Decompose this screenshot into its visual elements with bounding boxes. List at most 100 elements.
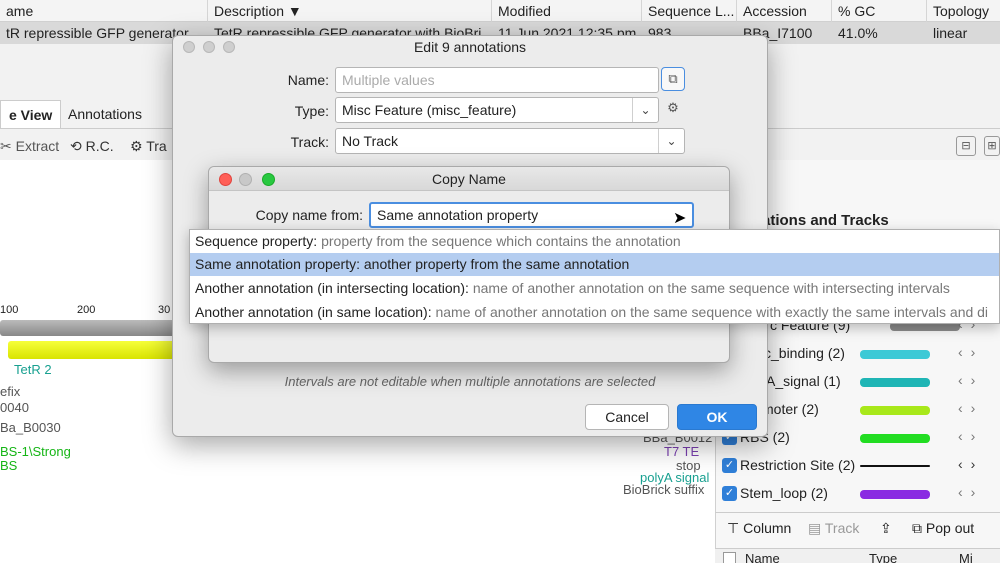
- column-header-accession[interactable]: Accession: [737, 0, 832, 22]
- track-label: c_binding (2): [764, 345, 845, 361]
- header-min[interactable]: Mi: [959, 551, 973, 563]
- column-header-topology[interactable]: Topology: [927, 0, 1000, 22]
- track-label: moter (2): [762, 401, 819, 417]
- dropdown-option[interactable]: Another annotation (in intersecting loca…: [190, 277, 999, 300]
- label-biobrick-suffix[interactable]: BioBrick suffix: [623, 482, 704, 497]
- translate-icon: ⚙: [130, 138, 143, 154]
- track-button-label: Track: [824, 520, 860, 536]
- header-name[interactable]: Name: [745, 551, 780, 563]
- rc-icon: ⟲: [70, 138, 82, 154]
- select-all-checkbox[interactable]: [723, 552, 736, 563]
- label-b0030[interactable]: Ba_B0030: [0, 420, 61, 435]
- label-t7te[interactable]: T7 TE: [664, 444, 699, 459]
- rc-button[interactable]: ⟲ R.C.: [70, 138, 114, 155]
- rc-label: R.C.: [85, 138, 114, 154]
- label-rbs[interactable]: BS: [0, 458, 17, 473]
- option-desc: name of another annotation on the same s…: [472, 280, 950, 296]
- type-select[interactable]: Misc Feature (misc_feature) ⌄: [335, 97, 659, 123]
- track-color: [860, 406, 930, 415]
- label-rbs-strong[interactable]: BS-1\Strong: [0, 444, 71, 459]
- track-icon: ▤: [808, 520, 822, 536]
- copy-name-icon[interactable]: ⧉: [661, 67, 685, 91]
- label-b0040[interactable]: 0040: [0, 400, 29, 415]
- option-name: Same annotation property:: [195, 256, 360, 272]
- copy-from-dropdown[interactable]: Sequence property: property from the seq…: [189, 229, 1000, 324]
- dropdown-option[interactable]: Another annotation (in same location): n…: [190, 301, 999, 324]
- close-icon[interactable]: [219, 173, 232, 186]
- option-desc: name of another annotation on the same s…: [435, 304, 989, 320]
- tab-sequence-view[interactable]: e View: [0, 100, 62, 128]
- mouse-cursor-icon: ➤: [673, 210, 687, 227]
- track-nav-icon[interactable]: ‹›: [958, 372, 983, 388]
- column-header-description[interactable]: Description ▼: [208, 0, 492, 22]
- column-header-modified[interactable]: Modified: [492, 0, 642, 22]
- track-nav-icon[interactable]: ‹›: [958, 484, 983, 500]
- label-tetr2[interactable]: TetR 2: [14, 362, 52, 377]
- gear-icon[interactable]: ⚙: [661, 97, 685, 121]
- panel-toggle-icon[interactable]: ⊟: [956, 136, 976, 156]
- track-nav-icon[interactable]: ‹›: [958, 344, 983, 360]
- chevron-down-icon: ⌄: [658, 129, 684, 153]
- share-icon: ⇪: [880, 520, 892, 536]
- copy-from-label: Copy name from:: [255, 207, 363, 223]
- tetr-cds-track[interactable]: [8, 341, 190, 359]
- checkbox[interactable]: ✓: [722, 458, 737, 473]
- track-label: Restriction Site (2): [740, 457, 856, 473]
- copy-from-select[interactable]: Same annotation property ⌄: [369, 202, 694, 228]
- option-name: Sequence property:: [195, 233, 318, 249]
- annotation-track-row[interactable]: ✓ Stem_loop (2) ‹›: [720, 480, 1000, 508]
- ok-button[interactable]: OK: [677, 404, 757, 430]
- translate-button[interactable]: ⚙ Tra: [130, 138, 167, 155]
- footer-note: Intervals are not editable when multiple…: [284, 374, 656, 389]
- track-nav-icon[interactable]: ‹›: [958, 428, 983, 444]
- type-label: Type:: [294, 103, 329, 119]
- header-type[interactable]: Type: [869, 551, 897, 563]
- pop-out-label: Pop out: [925, 520, 975, 536]
- column-header-gc[interactable]: % GC: [832, 0, 927, 22]
- option-name: Another annotation (in intersecting loca…: [195, 280, 469, 296]
- layout-icon[interactable]: ⊞: [984, 136, 1000, 156]
- cell-topology: linear: [933, 25, 968, 41]
- panel-title: ations and Tracks: [762, 212, 889, 229]
- track-label: A_signal (1): [766, 373, 841, 389]
- dropdown-option[interactable]: Sequence property: property from the seq…: [190, 230, 999, 253]
- track-color: [860, 434, 930, 443]
- column-header-name[interactable]: ame: [0, 0, 208, 22]
- copy-dialog-title: Copy Name: [209, 167, 729, 191]
- track-color: [860, 378, 930, 387]
- share-button[interactable]: ⇪: [880, 520, 892, 537]
- type-value: Misc Feature (misc_feature): [342, 102, 517, 118]
- track-button[interactable]: ▤ Track: [808, 520, 859, 537]
- checkbox[interactable]: ✓: [722, 486, 737, 501]
- extract-icon: ✂: [0, 138, 12, 154]
- track-nav-icon[interactable]: ‹›: [958, 456, 983, 472]
- cancel-button[interactable]: Cancel: [585, 404, 669, 430]
- track-select[interactable]: No Track ⌄: [335, 128, 685, 154]
- zoom-icon[interactable]: [262, 173, 275, 186]
- translate-label: Tra: [146, 138, 167, 154]
- tab-annotations[interactable]: Annotations: [60, 100, 150, 128]
- annotation-track-row[interactable]: ✓ Restriction Site (2) ‹›: [720, 452, 1000, 480]
- track-color: [860, 465, 930, 467]
- column-icon: ⊤: [727, 520, 740, 536]
- label-prefix[interactable]: efix: [0, 384, 20, 399]
- pop-out-button[interactable]: ⧉ Pop out: [912, 520, 974, 537]
- extract-button[interactable]: ✂ Extract: [0, 138, 59, 155]
- column-label: Column: [743, 520, 792, 536]
- option-desc: another property from the same annotatio…: [363, 256, 630, 272]
- dropdown-option-selected[interactable]: Same annotation property: another proper…: [190, 253, 999, 276]
- pop-out-icon: ⧉: [912, 520, 922, 536]
- name-field[interactable]: Multiple values: [335, 67, 659, 93]
- name-label: Name:: [287, 72, 329, 88]
- column-header-sequence-length[interactable]: Sequence L...: [642, 0, 737, 22]
- ruler-tick-100: 100: [0, 304, 19, 316]
- minimize-icon[interactable]: [239, 173, 252, 186]
- table-header: ame Description ▼ Modified Sequence L...…: [0, 0, 1000, 22]
- track-nav-icon[interactable]: ‹›: [958, 400, 983, 416]
- misc-feature-track[interactable]: [0, 320, 190, 336]
- track-color: [860, 350, 930, 359]
- extract-label: Extract: [15, 138, 60, 154]
- divider: [715, 512, 1000, 513]
- chevron-down-icon: ⌄: [632, 98, 658, 122]
- column-button[interactable]: ⊤ Column: [727, 520, 791, 537]
